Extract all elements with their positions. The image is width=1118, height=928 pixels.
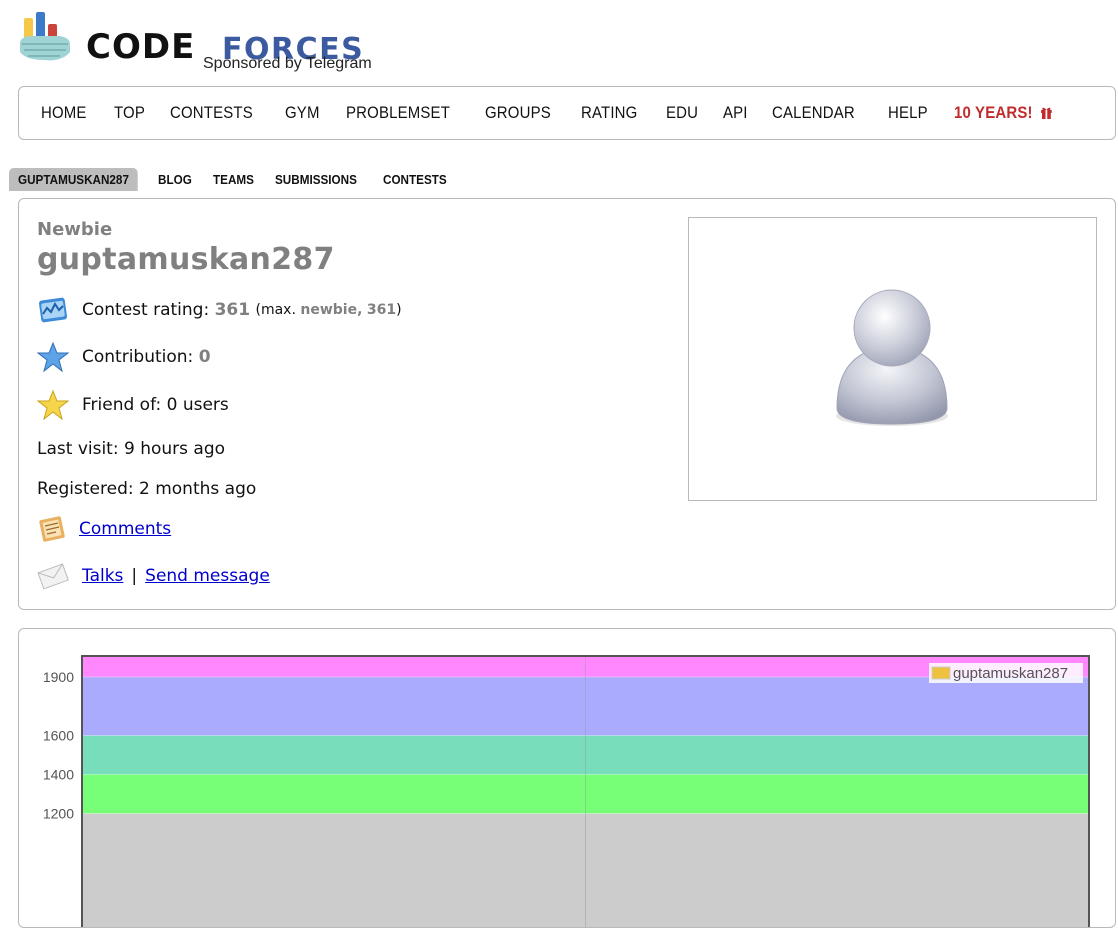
comments-row: Comments — [37, 514, 171, 544]
codeforces-logo[interactable]: CODE FORCES Sponsored by Telegram — [18, 12, 388, 74]
gift-icon — [1040, 106, 1052, 119]
comments-link[interactable]: Comments — [79, 519, 171, 539]
gold-star-icon — [37, 389, 69, 421]
submenu-item-contests[interactable]: CONTESTS — [374, 168, 456, 191]
rating-graph: 1200 1400 1600 1900 guptamuskan287 — [18, 628, 1116, 928]
menu-item-gym[interactable]: GYM — [285, 103, 320, 123]
menu-item-top[interactable]: TOP — [114, 103, 145, 123]
last-visit-text: Last visit: 9 hours ago — [37, 439, 225, 459]
profile-submenu: GUPTAMUSKAN287 BLOG TEAMS SUBMISSIONS CO… — [9, 167, 462, 191]
y-tick-label-1600: 1600 — [43, 728, 74, 744]
menu-item-home[interactable]: HOME — [41, 103, 87, 123]
friend-of-text: Friend of: 0 users — [82, 395, 229, 415]
submenu-item-profile[interactable]: GUPTAMUSKAN287 — [9, 168, 138, 191]
comments-icon — [37, 514, 67, 544]
user-handle: guptamuskan287 — [37, 242, 335, 277]
max-rating-value: 361 — [367, 302, 396, 318]
contribution-value: 0 — [199, 347, 211, 367]
envelope-icon — [37, 560, 69, 592]
default-avatar-icon — [689, 218, 1096, 500]
contest-rating-row: Contest rating: 361 (max. newbie, 361) — [37, 294, 402, 326]
rating-chart-icon — [37, 294, 69, 326]
codeforces-logo-icon — [18, 12, 74, 64]
logo-code-text: CODE — [86, 30, 195, 64]
menu-item-rating[interactable]: RATING — [581, 103, 637, 123]
y-tick-label-1400: 1400 — [43, 767, 74, 783]
contest-rating-value: 361 — [215, 300, 251, 320]
contribution-label: Contribution: — [82, 347, 193, 367]
menu-item-api[interactable]: API — [723, 103, 748, 123]
menu-item-contests[interactable]: CONTESTS — [170, 103, 253, 123]
main-menu: HOME TOP CONTESTS GYM PROBLEMSET GROUPS … — [18, 86, 1116, 140]
max-rating-close: ) — [396, 302, 401, 318]
logo-sponsor-text: Sponsored by Telegram — [203, 55, 372, 73]
rating-chart: 1200 1400 1600 1900 guptamuskan287 — [19, 629, 1115, 928]
registered-text: Registered: 2 months ago — [37, 479, 256, 499]
menu-item-edu[interactable]: EDU — [666, 103, 698, 123]
menu-item-10-years-label: 10 YEARS! — [954, 103, 1033, 122]
max-rating-open: (max. — [256, 302, 296, 318]
legend-label: guptamuskan287 — [953, 665, 1068, 682]
submenu-item-submissions[interactable]: SUBMISSIONS — [266, 168, 366, 191]
user-avatar — [688, 217, 1097, 501]
menu-item-10-years[interactable]: 10 YEARS! — [954, 103, 1053, 123]
user-rank: Newbie — [37, 219, 112, 240]
max-rating-info: (max. newbie, 361) — [256, 302, 402, 318]
user-info-box: Newbie guptamuskan287 Contest rating: 36… — [18, 198, 1116, 610]
menu-item-calendar[interactable]: CALENDAR — [772, 103, 855, 123]
submenu-item-blog[interactable]: BLOG — [149, 168, 201, 191]
max-rank: newbie, — [300, 302, 362, 318]
talks-link[interactable]: Talks — [82, 566, 123, 586]
friend-of-row: Friend of: 0 users — [37, 389, 229, 421]
contest-rating-label: Contest rating: — [82, 300, 209, 320]
send-message-link[interactable]: Send message — [145, 566, 270, 586]
menu-item-problemset[interactable]: PROBLEMSET — [346, 103, 450, 123]
legend-swatch — [932, 667, 950, 679]
menu-item-help[interactable]: HELP — [888, 103, 928, 123]
talks-row: Talks | Send message — [37, 560, 270, 592]
link-separator: | — [131, 566, 137, 586]
contribution-row: Contribution: 0 — [37, 341, 211, 373]
y-tick-label-1200: 1200 — [43, 806, 74, 822]
menu-item-groups[interactable]: GROUPS — [485, 103, 551, 123]
submenu-item-teams[interactable]: TEAMS — [204, 168, 263, 191]
blue-star-icon — [37, 341, 69, 373]
y-tick-label-1900: 1900 — [43, 669, 74, 685]
